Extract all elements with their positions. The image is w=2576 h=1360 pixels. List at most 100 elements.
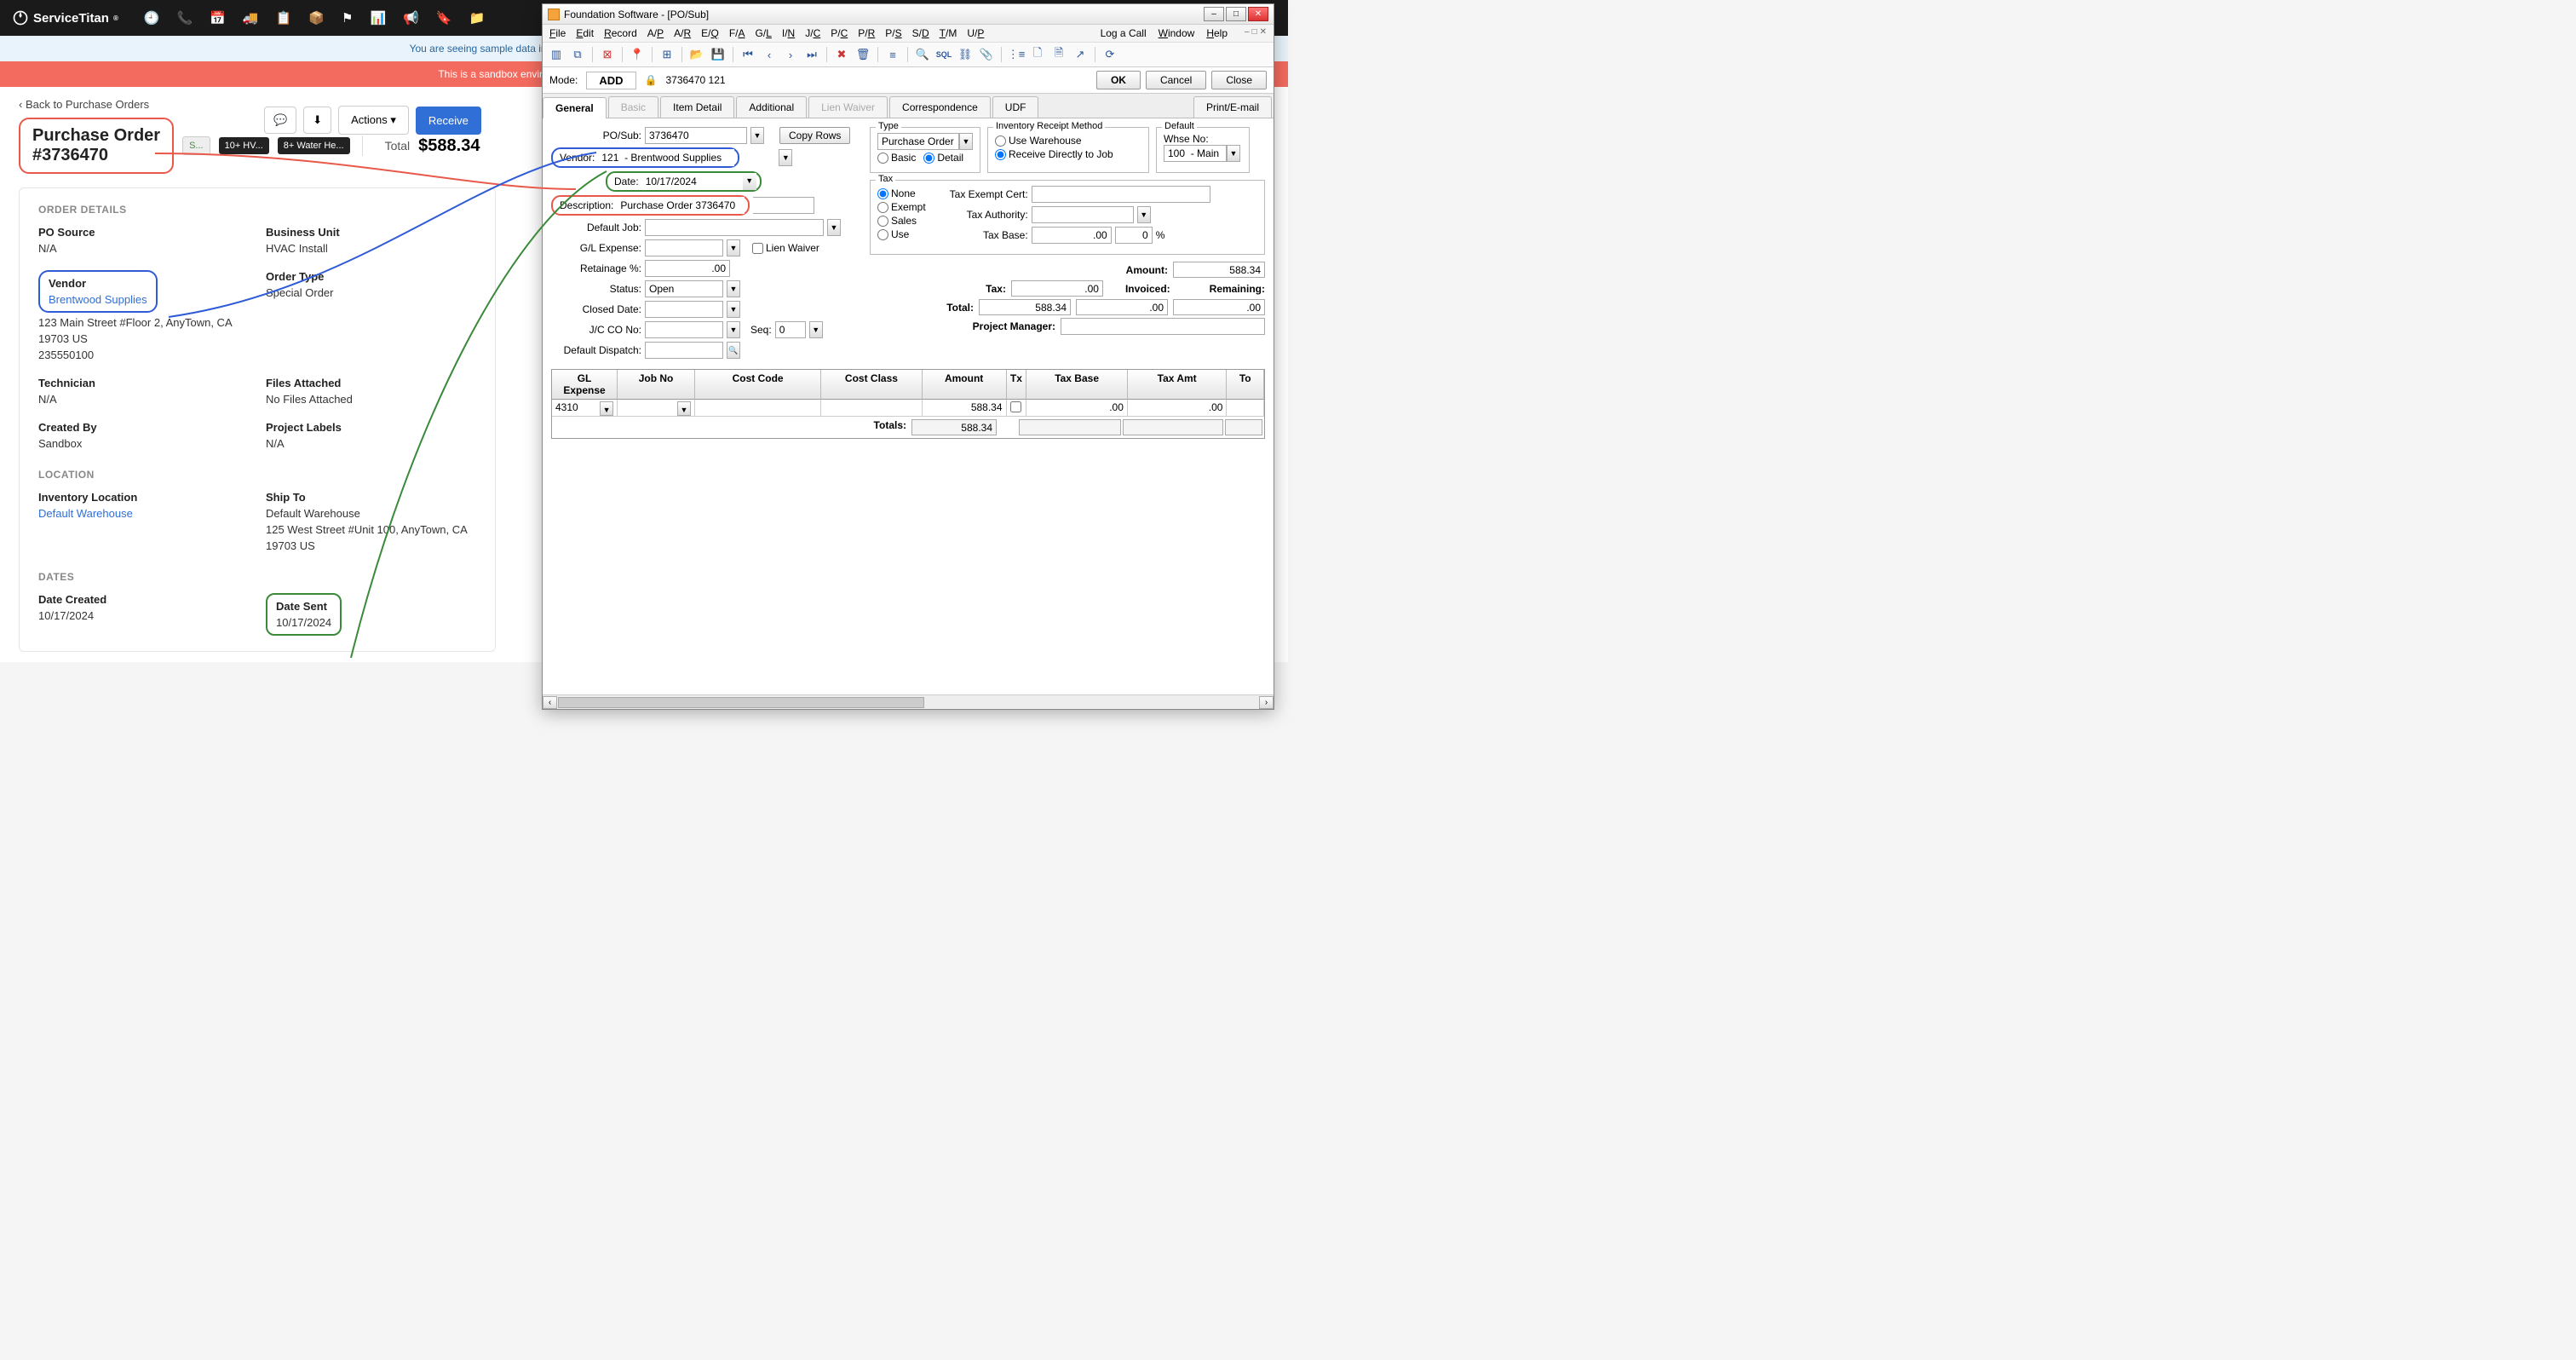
last-icon[interactable]: ⏭ [803, 46, 820, 63]
close-form-button[interactable]: Close [1211, 71, 1267, 89]
date-dropdown[interactable]: ▼ [743, 173, 756, 190]
tab-additional[interactable]: Additional [736, 96, 807, 118]
menu-pc[interactable]: P/C [831, 27, 848, 39]
folder-open-icon[interactable]: 📂 [688, 46, 705, 63]
col-tx[interactable]: Tx [1007, 370, 1027, 400]
seq-input[interactable] [775, 321, 806, 338]
tab-general[interactable]: General [543, 97, 607, 118]
whse-input[interactable] [1164, 145, 1227, 162]
tab-print-email[interactable]: Print/E-mail [1193, 96, 1272, 118]
megaphone-icon[interactable]: 📢 [403, 10, 419, 26]
menu-eq[interactable]: E/Q [701, 27, 719, 39]
tax-exempt-radio[interactable] [877, 202, 888, 213]
doc-icon[interactable]: 🗎 [1050, 46, 1067, 63]
tax-cert-input[interactable] [1032, 186, 1210, 203]
stop-icon[interactable]: ⊠ [599, 46, 616, 63]
phone-icon[interactable]: 📞 [177, 10, 193, 26]
type-basic-radio[interactable] [877, 153, 888, 164]
col-total[interactable]: To [1227, 370, 1264, 400]
col-glexpense[interactable]: GL Expense [552, 370, 618, 400]
vendor-dropdown[interactable]: ▼ [779, 149, 792, 166]
menu-in[interactable]: I/N [782, 27, 795, 39]
posub-input[interactable] [645, 127, 747, 144]
mdi-restore-icon[interactable]: □ [1252, 27, 1257, 39]
mdi-close-icon[interactable]: ✕ [1260, 27, 1267, 39]
calendar-icon[interactable]: 📅 [210, 10, 226, 26]
tax-none-radio[interactable] [877, 188, 888, 199]
menu-record[interactable]: Record [604, 27, 637, 39]
seq-dropdown[interactable]: ▼ [809, 321, 823, 338]
menu-ps[interactable]: P/S [885, 27, 901, 39]
export-icon[interactable]: ↗ [1072, 46, 1089, 63]
scroll-left-arrow[interactable]: ‹ [543, 696, 557, 709]
project-manager-input[interactable] [1061, 318, 1265, 335]
actions-button[interactable]: Actions ▾ [338, 106, 409, 135]
download-button[interactable]: ⬇ [303, 107, 331, 134]
receive-button[interactable]: Receive [416, 107, 481, 135]
col-amount[interactable]: Amount [923, 370, 1007, 400]
whse-dropdown[interactable]: ▼ [1227, 145, 1240, 162]
menu-fa[interactable]: F/A [729, 27, 745, 39]
use-warehouse-radio[interactable] [995, 135, 1006, 147]
save-icon[interactable]: 💾 [710, 46, 727, 63]
box-icon[interactable]: 📦 [308, 10, 325, 26]
menu-gl[interactable]: G/L [756, 27, 772, 39]
status-dropdown[interactable]: ▼ [727, 280, 740, 297]
gl-expense-input[interactable] [645, 239, 723, 256]
menu-ap[interactable]: A/P [647, 27, 664, 39]
tree-icon[interactable]: ⊞ [658, 46, 676, 63]
fnd-date-input[interactable] [642, 173, 743, 190]
comment-button[interactable]: 💬 [264, 107, 296, 134]
folder-icon[interactable]: 📁 [469, 10, 486, 26]
tax-base-input[interactable] [1032, 227, 1112, 244]
prev-icon[interactable]: ‹ [761, 46, 778, 63]
maximize-button[interactable]: □ [1226, 7, 1246, 21]
sql-icon[interactable]: SQL [935, 46, 952, 63]
tax-use-radio[interactable] [877, 229, 888, 240]
tax-auth-input[interactable] [1032, 206, 1134, 223]
copy-rows-button[interactable]: Copy Rows [779, 127, 850, 144]
clock-icon[interactable]: 🕘 [144, 10, 160, 26]
inventory-location-link[interactable]: Default Warehouse [38, 507, 133, 520]
copy-icon[interactable]: ⧉ [569, 46, 586, 63]
menu-window[interactable]: Window [1159, 27, 1195, 39]
tax-sales-radio[interactable] [877, 216, 888, 227]
menu-edit[interactable]: Edit [576, 27, 594, 39]
chart-icon[interactable]: 📊 [370, 10, 386, 26]
menu-pr[interactable]: P/R [858, 27, 875, 39]
col-jobno[interactable]: Job No [618, 370, 695, 400]
book-icon[interactable]: ▥ [548, 46, 565, 63]
back-link[interactable]: ‹ Back to Purchase Orders [19, 98, 149, 111]
horizontal-scrollbar[interactable]: ‹ › [543, 694, 1274, 709]
menu-file[interactable]: File [549, 27, 566, 39]
scroll-thumb[interactable] [558, 697, 924, 708]
jcco-input[interactable] [645, 321, 723, 338]
col-costclass[interactable]: Cost Class [821, 370, 923, 400]
col-taxamt[interactable]: Tax Amt [1128, 370, 1228, 400]
mdi-minimize-icon[interactable]: – [1245, 27, 1250, 39]
truck-icon[interactable]: 🚚 [243, 10, 259, 26]
retainage-input[interactable] [645, 260, 730, 277]
tax-auth-dropdown[interactable]: ▼ [1137, 206, 1151, 223]
attach-icon[interactable]: 📎 [978, 46, 995, 63]
type-detail-radio[interactable] [923, 153, 934, 164]
row-job-dropdown[interactable]: ▼ [677, 401, 691, 416]
posub-dropdown[interactable]: ▼ [750, 127, 764, 144]
indent-icon[interactable]: ⋮≡ [1008, 46, 1025, 63]
status-input[interactable] [645, 280, 723, 297]
cancel-button[interactable]: Cancel [1146, 71, 1206, 89]
dispatch-lookup[interactable]: 🔍 [727, 342, 740, 359]
menu-ar[interactable]: A/R [674, 27, 691, 39]
foundation-titlebar[interactable]: Foundation Software - [PO/Sub] – □ ✕ [543, 4, 1274, 25]
jcco-dropdown[interactable]: ▼ [727, 321, 740, 338]
row-gl-dropdown[interactable]: ▼ [600, 401, 613, 416]
menu-sd[interactable]: S/D [912, 27, 929, 39]
default-job-input[interactable] [645, 219, 824, 236]
grid-row[interactable]: 4310▼ ▼ 588.34 .00 .00 [552, 400, 1264, 417]
clipboard-icon[interactable]: 📋 [276, 10, 292, 26]
fnd-vendor-input[interactable] [598, 149, 734, 166]
list-icon[interactable]: ≡ [884, 46, 901, 63]
menu-up[interactable]: U/P [967, 27, 984, 39]
menu-log-call[interactable]: Log a Call [1101, 27, 1147, 39]
col-taxbase[interactable]: Tax Base [1026, 370, 1128, 400]
